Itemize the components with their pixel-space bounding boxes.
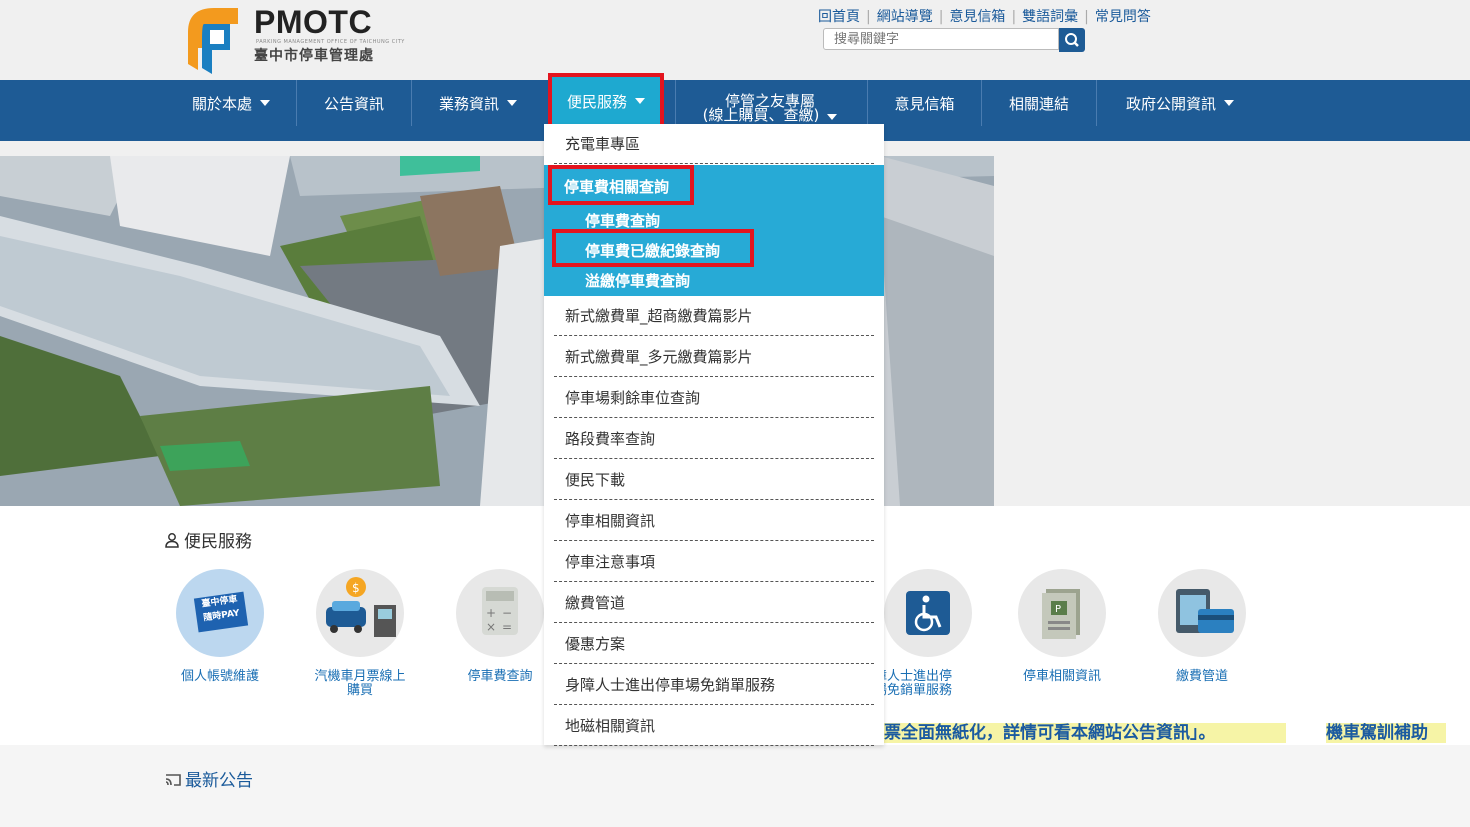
dropdown-item[interactable]: 優惠方案 xyxy=(554,624,874,664)
announcement-ticker[interactable]: 票全面無紙化，詳情可看本網站公告資訊」。 xyxy=(884,723,1286,743)
nav-item-services[interactable]: 便民服務 xyxy=(548,73,664,129)
service-parking-info[interactable]: P 停車相關資訊 xyxy=(992,569,1132,684)
svg-text:−: − xyxy=(502,606,512,620)
dropdown-item[interactable]: 繳費管道 xyxy=(554,583,874,623)
caret-down-icon xyxy=(260,100,270,106)
logo-mark-icon xyxy=(188,8,238,74)
caret-down-icon xyxy=(507,100,517,106)
nav-item-parking-friends[interactable]: 停管之友專屬 (線上購買、查繳) xyxy=(690,94,850,123)
svg-text:×: × xyxy=(486,620,496,634)
news-section-title: 最新公告 xyxy=(164,766,253,791)
svg-text:=: = xyxy=(502,620,512,634)
hero-side-space xyxy=(994,156,1470,506)
top-link-home[interactable]: 回首頁 xyxy=(818,9,860,25)
header: PMOTC PARKING MANAGEMENT OFFICE OF TAICH… xyxy=(0,0,1470,80)
logo-title: PMOTC xyxy=(254,4,373,40)
nav-label: (線上購買、查繳) xyxy=(690,108,850,123)
service-payment-channels[interactable]: 繳費管道 xyxy=(1132,569,1272,684)
top-links: 回首頁 | 網站導覽 | 意見信箱 | 雙語詞彙 | 常見問答 xyxy=(818,6,1151,26)
dropdown-item[interactable]: 地磁相關資訊 xyxy=(554,706,874,746)
dropdown-item[interactable]: 停車相關資訊 xyxy=(554,501,874,541)
top-link-feedback[interactable]: 意見信箱 xyxy=(949,9,1005,25)
search-button[interactable] xyxy=(1059,28,1085,52)
dropdown-item[interactable]: 停車注意事項 xyxy=(554,542,874,582)
cast-icon xyxy=(165,774,181,786)
announcement-ticker-2[interactable]: 機車駕訓補助 xyxy=(1326,723,1446,743)
divider: | xyxy=(938,9,944,25)
dropdown-subitem-fee-query[interactable]: 停車費查詢 xyxy=(585,210,660,231)
caret-down-icon xyxy=(1224,100,1234,106)
car-kiosk-icon: $ xyxy=(316,569,404,657)
highlight-box xyxy=(552,229,754,267)
site-logo[interactable]: PMOTC PARKING MANAGEMENT OFFICE OF TAICH… xyxy=(184,4,404,74)
nav-item-announcements[interactable]: 公告資訊 xyxy=(297,80,411,126)
nav-label: 業務資訊 xyxy=(438,94,499,113)
divider: | xyxy=(866,9,871,25)
service-label: 停車相關資訊 xyxy=(1022,669,1101,684)
dropdown-item[interactable]: 便民下載 xyxy=(554,460,874,500)
services-dropdown-menu: 充電車專區 停車費相關查詢 停車費查詢 停車費已繳紀錄查詢 溢繳停車費查詢 新式… xyxy=(544,124,884,746)
service-label: 汽機車月票線上 購買 xyxy=(314,669,406,698)
service-monthly-ticket[interactable]: $ 汽機車月票線上 購買 xyxy=(290,569,430,698)
nav-label: 關於本處 xyxy=(191,94,252,113)
divider xyxy=(675,80,676,126)
divider: | xyxy=(1084,9,1089,25)
dropdown-item[interactable]: 路段費率查詢 xyxy=(554,419,874,459)
services-section-title: 便民服務 xyxy=(164,527,252,552)
nav-item-business[interactable]: 業務資訊 xyxy=(412,80,544,126)
nav-label: 相關連結 xyxy=(1008,94,1069,113)
caret-down-icon xyxy=(635,98,645,104)
wheelchair-icon xyxy=(884,569,972,657)
payment-card-icon xyxy=(1158,569,1246,657)
search-input[interactable] xyxy=(823,28,1059,50)
nav-label: 意見信箱 xyxy=(894,94,955,113)
nav-item-feedback[interactable]: 意見信箱 xyxy=(868,80,981,126)
dropdown-subitem-overpaid-query[interactable]: 溢繳停車費查詢 xyxy=(585,270,690,291)
user-icon xyxy=(165,533,179,548)
service-account[interactable]: 臺中停車 隨時PAY 個人帳號維護 xyxy=(150,569,290,684)
account-icon: 臺中停車 隨時PAY xyxy=(176,569,264,657)
nav-item-gov-info[interactable]: 政府公開資訊 xyxy=(1097,80,1263,126)
search-icon xyxy=(1065,33,1079,47)
svg-text:$: $ xyxy=(352,581,360,595)
dropdown-item[interactable]: 新式繳費單_超商繳費篇影片 xyxy=(554,296,874,336)
nav-item-links[interactable]: 相關連結 xyxy=(982,80,1096,126)
top-link-glossary[interactable]: 雙語詞彙 xyxy=(1022,9,1078,25)
top-link-sitemap[interactable]: 網站導覽 xyxy=(877,9,933,25)
highlight-box xyxy=(548,165,694,205)
dropdown-item[interactable]: 身障人士進出停車場免銷單服務 xyxy=(554,665,874,705)
nav-label: 政府公開資訊 xyxy=(1125,94,1216,113)
top-link-faq[interactable]: 常見問答 xyxy=(1095,9,1151,25)
nav-item-about[interactable]: 關於本處 xyxy=(166,80,296,126)
dropdown-item[interactable]: 停車場剩餘車位查詢 xyxy=(554,378,874,418)
logo-chinese-name: 臺中市停車管理處 xyxy=(254,48,374,64)
nav-label: 公告資訊 xyxy=(323,94,384,113)
svg-text:+: + xyxy=(486,606,496,620)
dropdown-item[interactable]: 新式繳費單_多元繳費篇影片 xyxy=(554,337,874,377)
divider: | xyxy=(1011,9,1017,25)
dropdown-item-ev-zone[interactable]: 充電車專區 xyxy=(554,124,874,164)
nav-label: 便民服務 xyxy=(566,92,627,111)
service-label: 繳費管道 xyxy=(1175,669,1228,684)
calculator-icon: + − × = xyxy=(456,569,544,657)
parking-document-icon: P xyxy=(1018,569,1106,657)
caret-down-icon xyxy=(827,114,838,120)
svg-text:P: P xyxy=(1055,604,1061,615)
service-label: 個人帳號維護 xyxy=(180,669,259,684)
